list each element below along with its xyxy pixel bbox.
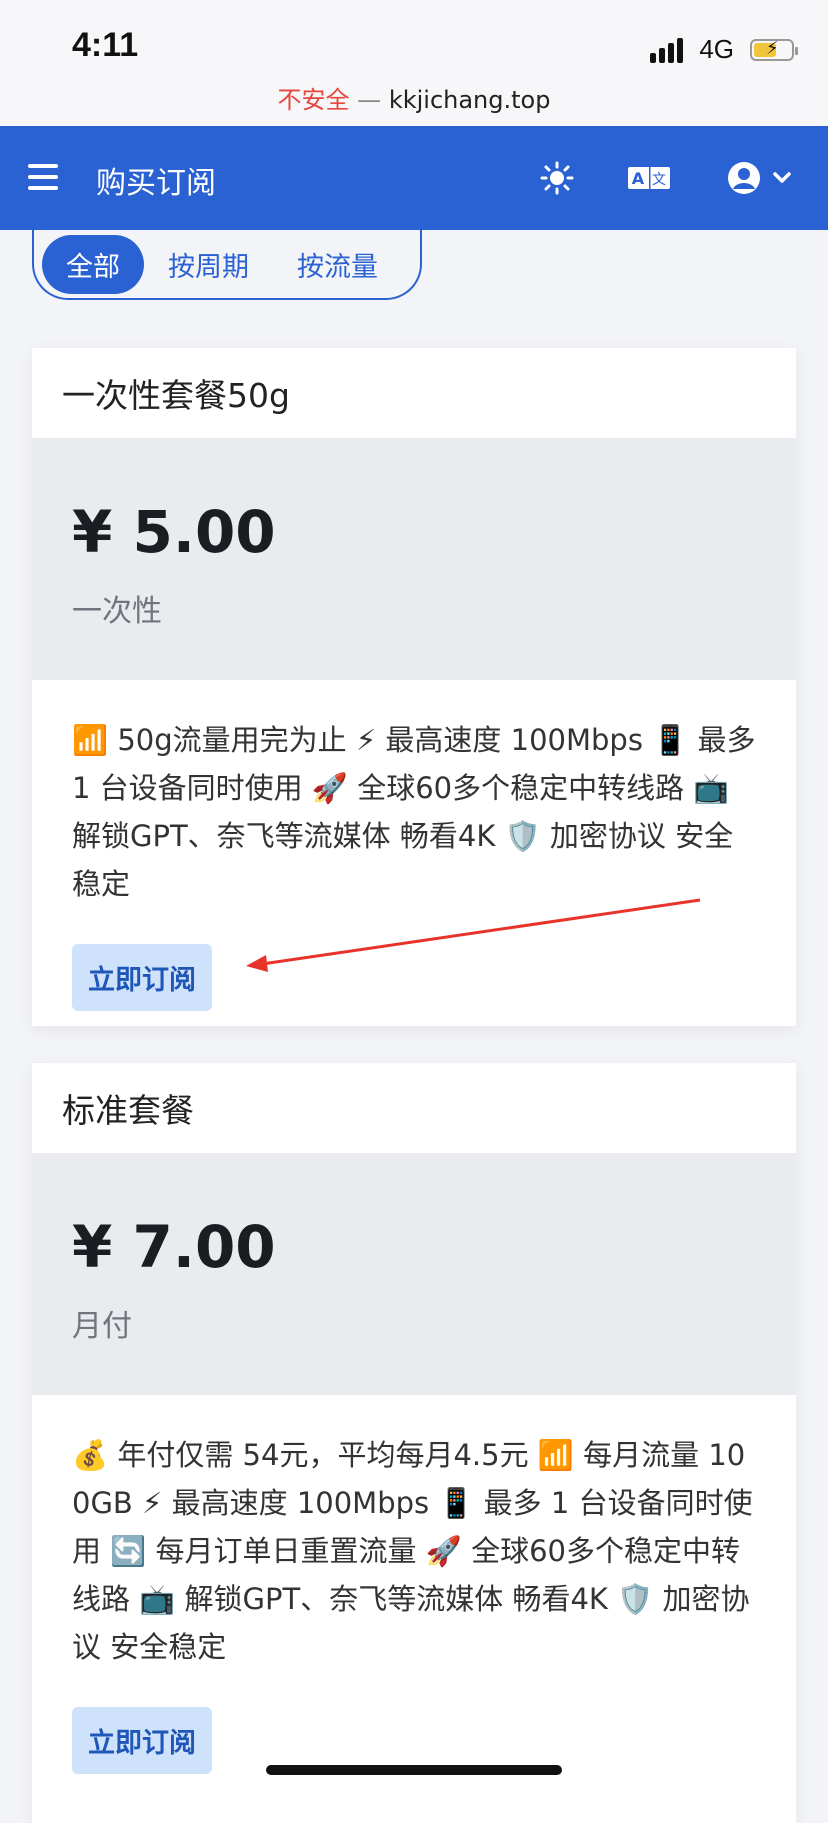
plan-description: 💰 年付仅需 54元，平均每月4.5元 📶 每月流量 100GB ⚡ 最高速度 …	[72, 1438, 753, 1664]
plan-title: 一次性套餐50g	[62, 376, 290, 415]
svg-text:A: A	[632, 169, 645, 188]
translate-icon[interactable]: A 文	[625, 154, 673, 202]
plan-price: ¥ 7.00	[72, 1213, 276, 1281]
url-separator: —	[357, 86, 382, 114]
subscribe-button[interactable]: 立即订阅	[72, 944, 212, 1011]
tab-by-period[interactable]: 按周期	[144, 235, 273, 294]
user-avatar-icon	[728, 162, 760, 194]
insecure-label: 不安全	[277, 86, 350, 114]
status-time: 4:11	[72, 26, 139, 64]
status-bar: 4:11 4G ⚡ 不安全 — kkjichang.top	[0, 0, 828, 126]
plan-period: 月付	[72, 1309, 132, 1344]
status-indicators: 4G ⚡	[650, 34, 798, 65]
browser-url[interactable]: 不安全 — kkjichang.top	[0, 80, 828, 115]
page-title: 购买订阅	[96, 166, 216, 201]
plan-card: 标准套餐 ¥ 7.00 月付 💰 年付仅需 54元，平均每月4.5元 📶 每月流…	[32, 1063, 796, 1823]
app-header: 购买订阅 A 文	[0, 126, 828, 230]
network-type: 4G	[699, 34, 734, 64]
plan-title: 标准套餐	[62, 1091, 194, 1130]
svg-text:文: 文	[652, 172, 666, 188]
plan-filter-tabs: 全部 按周期 按流量	[32, 230, 422, 300]
url-domain: kkjichang.top	[388, 86, 551, 114]
chevron-down-icon	[773, 172, 791, 183]
price-block: ¥ 7.00 月付	[32, 1153, 796, 1395]
battery-icon: ⚡	[750, 38, 798, 61]
tab-by-traffic[interactable]: 按流量	[273, 235, 402, 294]
home-indicator	[266, 1765, 562, 1775]
plan-period: 一次性	[72, 594, 162, 629]
cellular-signal-icon	[650, 37, 684, 63]
menu-icon[interactable]	[28, 164, 58, 190]
tab-all[interactable]: 全部	[42, 234, 144, 294]
plan-price: ¥ 5.00	[72, 498, 276, 566]
plan-card: 一次性套餐50g ¥ 5.00 一次性 📶 50g流量用完为止 ⚡ 最高速度 1…	[32, 348, 796, 1026]
price-block: ¥ 5.00 一次性	[32, 438, 796, 680]
subscribe-button[interactable]: 立即订阅	[72, 1707, 212, 1774]
plan-description: 📶 50g流量用完为止 ⚡ 最高速度 100Mbps 📱 最多 1 台设备同时使…	[72, 723, 756, 901]
user-menu[interactable]	[717, 154, 803, 202]
theme-sun-icon[interactable]	[533, 154, 581, 202]
